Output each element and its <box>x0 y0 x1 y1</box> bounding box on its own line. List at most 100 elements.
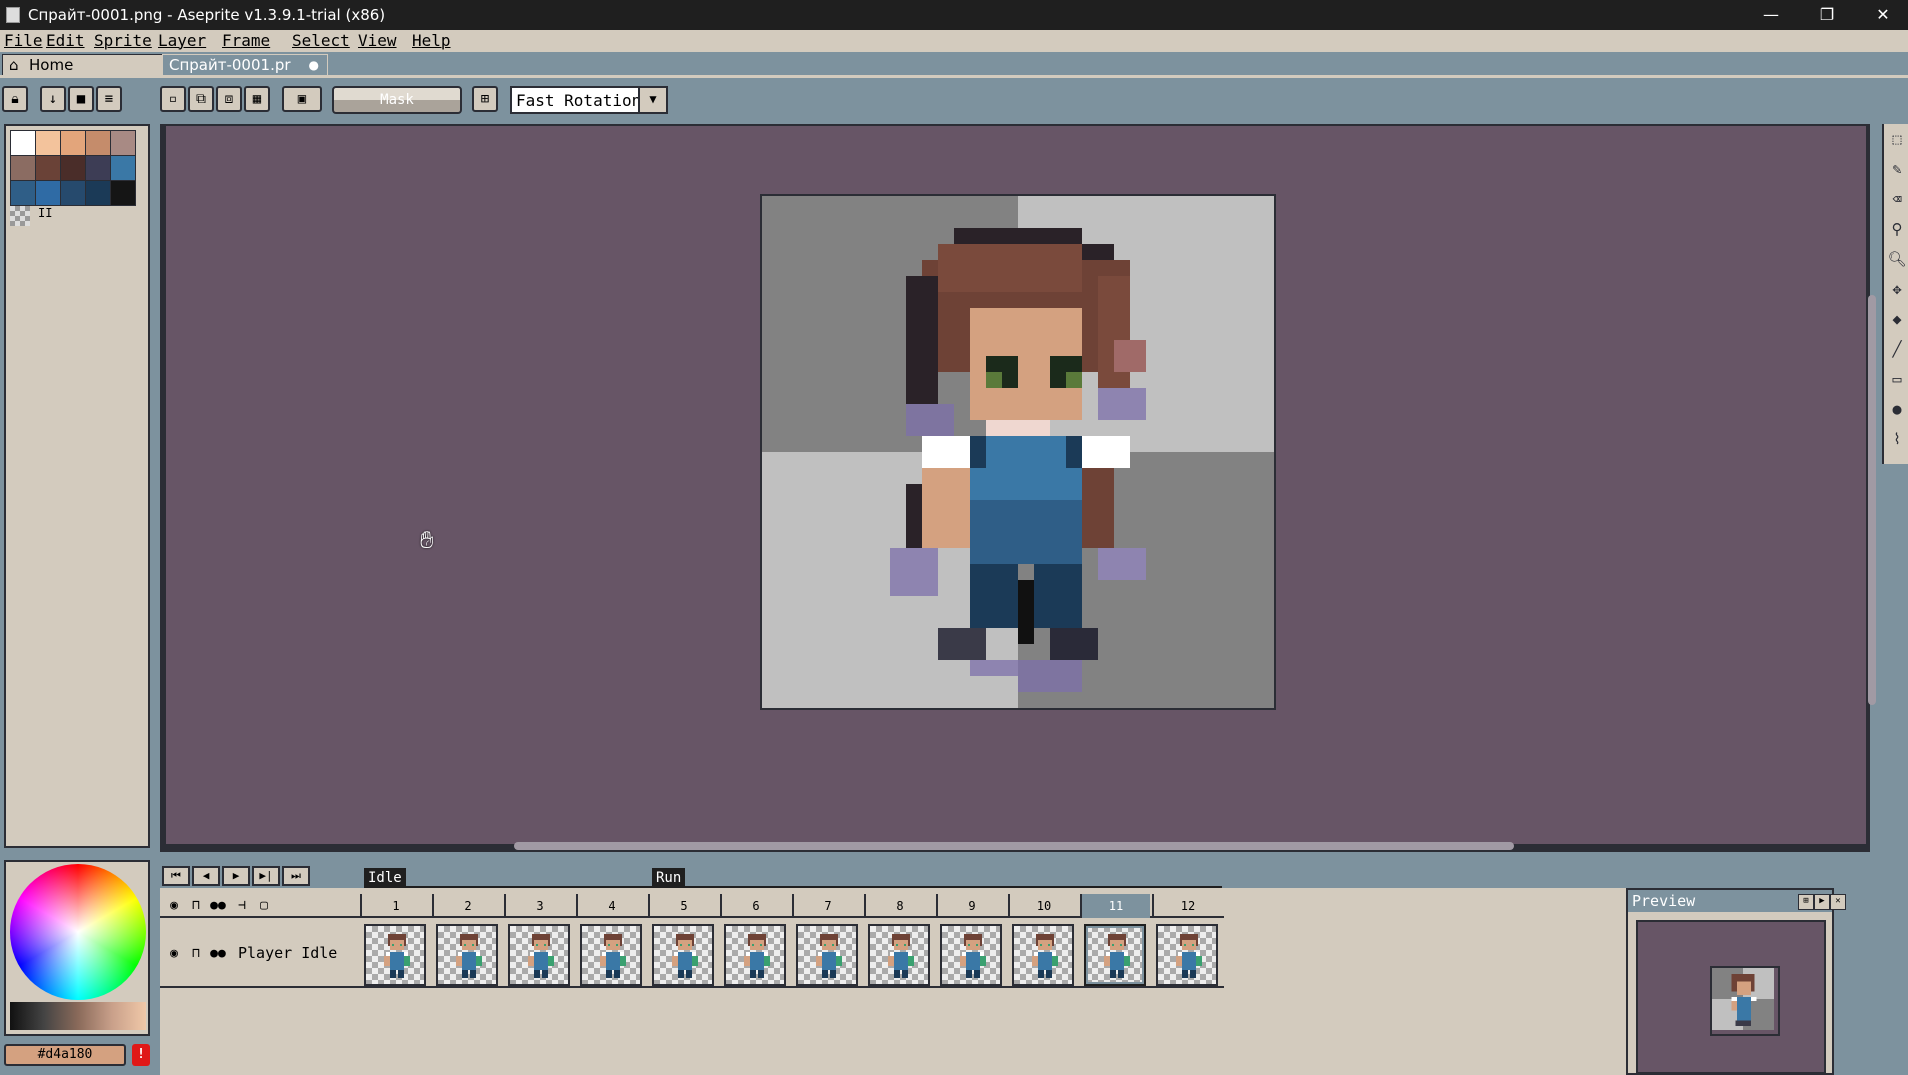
mask-button[interactable]: Mask <box>332 86 462 114</box>
stop-icon[interactable]: ■ <box>68 86 94 112</box>
menu-frame[interactable]: Frame <box>222 31 270 50</box>
preview-mode-icon[interactable]: ⊞ <box>1798 894 1814 910</box>
minimize-button[interactable]: — <box>1746 2 1796 28</box>
timeline-cel[interactable] <box>940 924 1002 986</box>
palette-swatch[interactable] <box>11 181 35 205</box>
warning-icon[interactable]: ! <box>132 1044 150 1066</box>
restore-button[interactable]: ❐ <box>1802 2 1852 28</box>
lock-icon[interactable]: 🔒︎ <box>2 86 28 112</box>
palette-swatch[interactable] <box>36 131 60 155</box>
frame-number[interactable]: 8 <box>864 894 934 918</box>
tag-idle[interactable]: Idle <box>364 868 406 888</box>
frame-number[interactable]: 10 <box>1008 894 1078 918</box>
timeline-cel[interactable] <box>508 924 570 986</box>
preview-close-icon[interactable]: ✕ <box>1830 894 1846 910</box>
palette-swatch[interactable] <box>111 156 135 180</box>
palette-swatch[interactable] <box>11 131 35 155</box>
palette-swatch[interactable] <box>61 131 85 155</box>
menu-help[interactable]: Help <box>412 31 451 50</box>
lock-header-icon[interactable]: ⊓ <box>186 896 206 916</box>
preview-play-icon[interactable]: ▶ <box>1814 894 1830 910</box>
layer-continuous-icon[interactable]: ●● <box>208 944 228 964</box>
palette-swatch[interactable] <box>36 156 60 180</box>
frame-number[interactable]: 2 <box>432 894 502 918</box>
menu-view[interactable]: View <box>358 31 397 50</box>
preview-canvas[interactable] <box>1636 920 1826 1074</box>
pivot-icon[interactable]: ⊞ <box>472 86 498 112</box>
menu-file[interactable]: File <box>4 31 43 50</box>
tab-home[interactable]: ⌂ Home ✕ <box>2 54 184 77</box>
vertical-scrollbar[interactable] <box>1868 295 1876 705</box>
layer-name[interactable]: Player Idle <box>238 944 337 962</box>
palette-swatch[interactable] <box>86 181 110 205</box>
foreground-color-hex[interactable]: #d4a180 <box>4 1044 126 1066</box>
zoom-tool-icon[interactable]: 🔍︎ <box>1886 246 1908 272</box>
list-icon[interactable]: ≡ <box>96 86 122 112</box>
tag-run[interactable]: Run <box>652 868 686 888</box>
timeline-cel[interactable] <box>1012 924 1074 986</box>
timeline-cel[interactable] <box>580 924 642 986</box>
selection-intersect-icon[interactable]: ▦ <box>244 86 270 112</box>
frame-number[interactable]: 1 <box>360 894 430 918</box>
palette-swatch[interactable] <box>61 156 85 180</box>
frame-number-active[interactable]: 11 <box>1080 894 1150 918</box>
contour-tool-icon[interactable]: ● <box>1886 396 1908 422</box>
close-button[interactable]: ✕ <box>1858 2 1908 28</box>
palette-swatch[interactable] <box>61 181 85 205</box>
timeline-cel[interactable] <box>724 924 786 986</box>
horizontal-scrollbar[interactable] <box>514 842 1514 850</box>
rectangle-tool-icon[interactable]: ▭ <box>1886 366 1908 392</box>
timeline-cel[interactable] <box>796 924 858 986</box>
timeline-cel[interactable] <box>436 924 498 986</box>
menu-select[interactable]: Select <box>292 31 350 50</box>
eyedropper-tool-icon[interactable]: ⚲ <box>1886 216 1908 242</box>
layer-visible-icon[interactable]: ◉ <box>164 944 184 964</box>
frame-number[interactable]: 5 <box>648 894 718 918</box>
color-shades-strip[interactable] <box>10 1002 146 1030</box>
menu-sprite[interactable]: Sprite <box>94 31 152 50</box>
continuous-icon[interactable]: ●● <box>208 896 228 916</box>
marquee-tool-icon[interactable]: ⬚ <box>1886 126 1908 152</box>
timeline-cel[interactable] <box>1084 924 1146 986</box>
fill-tool-icon[interactable]: ◆ <box>1886 306 1908 332</box>
move-tool-icon[interactable]: ✥ <box>1886 276 1908 302</box>
menu-edit[interactable]: Edit <box>46 31 85 50</box>
layer-tree-icon[interactable]: ⊣ <box>232 896 252 916</box>
first-frame-icon[interactable]: ⏮ <box>162 866 190 886</box>
palette-swatch[interactable] <box>111 131 135 155</box>
color-wheel[interactable] <box>10 864 146 1000</box>
selection-subtract-icon[interactable]: ⧈ <box>216 86 242 112</box>
palette-swatch[interactable] <box>111 181 135 205</box>
next-frame-icon[interactable]: ▶| <box>252 866 280 886</box>
line-tool-icon[interactable]: ╱ <box>1886 336 1908 362</box>
timeline-cel[interactable] <box>1156 924 1218 986</box>
frame-number[interactable]: 3 <box>504 894 574 918</box>
frame-number[interactable]: 9 <box>936 894 1006 918</box>
frame-number[interactable]: 12 <box>1152 894 1222 918</box>
selection-add-icon[interactable]: ⧉ <box>188 86 214 112</box>
selection-replace-icon[interactable]: ▫ <box>160 86 186 112</box>
palette-swatch[interactable] <box>36 181 60 205</box>
pencil-tool-icon[interactable]: ✎ <box>1886 156 1908 182</box>
transparent-swatch[interactable] <box>10 206 30 226</box>
prev-frame-icon[interactable]: ◀ <box>192 866 220 886</box>
transparent-color-icon[interactable]: ▣ <box>282 86 322 112</box>
frame-number[interactable]: 7 <box>792 894 862 918</box>
eraser-tool-icon[interactable]: ⌫ <box>1886 186 1908 212</box>
frame-number[interactable]: 4 <box>576 894 646 918</box>
timeline-cel[interactable] <box>868 924 930 986</box>
tab-sprite-file[interactable]: Спрайт-0001.pr ● <box>162 54 328 77</box>
menu-layer[interactable]: Layer <box>158 31 206 50</box>
timeline-cel[interactable] <box>652 924 714 986</box>
timeline-cel[interactable] <box>364 924 426 986</box>
layer-row[interactable]: ◉ ⊓ ●● Player Idle <box>160 920 1224 988</box>
rotation-algorithm-select[interactable]: Fast Rotation ▼ <box>510 86 668 114</box>
palette-swatch[interactable] <box>86 156 110 180</box>
palette-swatch[interactable] <box>86 131 110 155</box>
palette-swatch[interactable] <box>11 156 35 180</box>
layer-lock-icon[interactable]: ⊓ <box>186 944 206 964</box>
sprite-canvas[interactable] <box>760 194 1276 710</box>
frame-number[interactable]: 6 <box>720 894 790 918</box>
arrow-down-icon[interactable]: ↓ <box>40 86 66 112</box>
blur-tool-icon[interactable]: ⌇ <box>1886 426 1908 452</box>
